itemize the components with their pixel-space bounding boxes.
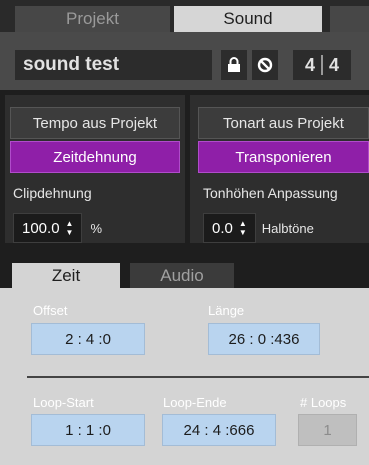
- offset-label: Offset: [33, 303, 68, 318]
- tab-projekt[interactable]: Projekt: [15, 6, 170, 32]
- length-label: Länge: [208, 303, 245, 318]
- clip-stretch-unit: %: [90, 220, 103, 236]
- tab-sound[interactable]: Sound: [174, 6, 322, 32]
- spin-down-icon: ▼: [65, 228, 74, 237]
- time-signature-separator: [321, 55, 323, 75]
- pitch-adjust-input[interactable]: 0.0 ▲ ▼: [203, 213, 256, 243]
- tempo-source-button[interactable]: Tempo aus Projekt: [10, 107, 180, 139]
- key-source-button[interactable]: Tonart aus Projekt: [198, 107, 369, 139]
- loops-count-label: # Loops: [300, 395, 347, 410]
- tempo-panel: Tempo aus Projekt Zeitdehnung Clipdehnun…: [5, 95, 185, 243]
- disable-button[interactable]: [252, 50, 278, 80]
- pitch-adjust-label: Tonhöhen Anpassung: [203, 185, 338, 201]
- zeit-panel: Offset 2 : 4 :0 Länge 26 : 0 :436 Loop-S…: [0, 288, 369, 465]
- top-tab-bar: Projekt Sound: [0, 0, 369, 32]
- pitch-adjust-spinner[interactable]: ▲ ▼: [239, 216, 247, 240]
- clip-stretch-spinner[interactable]: ▲ ▼: [66, 216, 74, 240]
- tab-zeit[interactable]: Zeit: [12, 263, 120, 288]
- clip-stretch-label: Clipdehnung: [13, 185, 92, 201]
- loop-start-label: Loop-Start: [33, 395, 94, 410]
- clip-stretch-input[interactable]: 100.0 ▲ ▼: [13, 213, 83, 243]
- spin-up-icon: ▲: [238, 219, 247, 228]
- sound-settings-panels: Tempo aus Projekt Zeitdehnung Clipdehnun…: [0, 90, 369, 243]
- pitch-adjust-control: 0.0 ▲ ▼ Halbtöne: [203, 213, 314, 243]
- tab-overflow[interactable]: [330, 6, 369, 32]
- sound-name-field[interactable]: sound test: [15, 50, 212, 80]
- detail-tab-bar: Zeit Audio: [0, 243, 369, 288]
- loop-start-field[interactable]: 1 : 1 :0: [31, 414, 145, 446]
- time-signature-field[interactable]: 4 4: [293, 50, 351, 80]
- section-divider: [27, 376, 369, 378]
- offset-field[interactable]: 2 : 4 :0: [31, 323, 145, 355]
- loop-end-label: Loop-Ende: [163, 395, 227, 410]
- pitch-adjust-unit: Halbtöne: [261, 220, 314, 236]
- sound-header: sound test 4 4: [0, 32, 369, 90]
- key-panel: Tonart aus Projekt Transponieren Tonhöhe…: [190, 95, 369, 243]
- transpose-button[interactable]: Transponieren: [198, 141, 369, 173]
- time-signature-numerator: 4: [304, 54, 315, 75]
- clip-stretch-value: 100.0: [22, 219, 60, 237]
- pitch-adjust-value: 0.0: [212, 219, 233, 237]
- spin-up-icon: ▲: [65, 219, 74, 228]
- loop-end-field[interactable]: 24 : 4 :666: [162, 414, 276, 446]
- lock-button[interactable]: [221, 50, 247, 80]
- clip-stretch-control: 100.0 ▲ ▼ %: [13, 213, 102, 243]
- time-stretch-button[interactable]: Zeitdehnung: [10, 141, 180, 173]
- lock-icon: [228, 57, 240, 72]
- length-field[interactable]: 26 : 0 :436: [208, 323, 320, 355]
- tab-audio[interactable]: Audio: [130, 263, 234, 288]
- spin-down-icon: ▼: [238, 228, 247, 237]
- loops-count-field: 1: [298, 414, 357, 446]
- no-entry-icon: [257, 57, 273, 73]
- time-signature-denominator: 4: [329, 54, 340, 75]
